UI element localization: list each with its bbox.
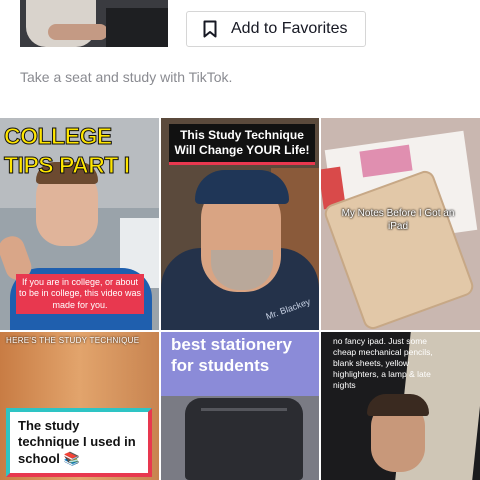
video-caption: If you are in college, or about to be in…	[16, 274, 144, 314]
video-caption: My Notes Before I Got an iPad	[341, 208, 455, 232]
tagline: Take a seat and study with TikTok.	[20, 69, 233, 85]
video-caption: no fancy ipad. Just some cheap mechanica…	[333, 336, 433, 391]
hero-video-thumbnail[interactable]	[20, 0, 168, 47]
zipper	[201, 408, 287, 411]
video-tile[interactable]: HERE'S THE STUDY TECHNIQUE The study tec…	[0, 332, 159, 480]
video-tile[interactable]: My Notes Before I Got an iPad	[321, 118, 480, 330]
video-grid: COLLEGE TIPS PART I If you are in colleg…	[0, 118, 480, 480]
video-top-text: HERE'S THE STUDY TECHNIQUE	[6, 336, 140, 345]
laptop-image	[106, 8, 168, 47]
video-tile[interactable]: This Study Technique Will Change YOUR Li…	[161, 118, 319, 330]
video-caption: The study technique I used in school 📚	[6, 408, 152, 477]
video-tile[interactable]: no fancy ipad. Just some cheap mechanica…	[321, 332, 480, 480]
video-caption: This Study Technique Will Change YOUR Li…	[169, 124, 315, 165]
video-caption: best stationery for students	[171, 335, 292, 376]
bookmark-icon	[203, 20, 219, 38]
add-to-favorites-label: Add to Favorites	[231, 20, 348, 37]
video-overlay-title: COLLEGE TIPS PART I	[4, 123, 131, 179]
arm-shape	[48, 24, 108, 40]
hair	[367, 394, 429, 416]
video-tile[interactable]: COLLEGE TIPS PART I If you are in colleg…	[0, 118, 159, 330]
video-tile[interactable]: best stationery for students	[161, 332, 319, 480]
add-to-favorites-button[interactable]: Add to Favorites	[186, 11, 366, 47]
cap	[195, 170, 289, 204]
